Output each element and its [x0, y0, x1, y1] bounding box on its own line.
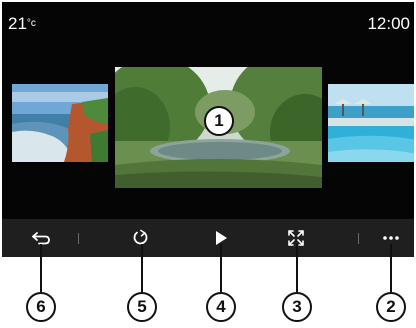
pointer-line [390, 244, 392, 292]
callout-row: 6 5 4 3 2 [0, 292, 416, 326]
status-bar: 21°c 12:00 [2, 2, 414, 42]
control-bar [2, 219, 414, 257]
pointer-line [40, 244, 42, 292]
separator [78, 233, 79, 244]
separator [358, 233, 359, 244]
pointer-line [220, 244, 222, 292]
callout-fullscreen: 3 [282, 292, 312, 322]
callout-back: 6 [26, 292, 56, 322]
previous-image-thumbnail[interactable] [12, 84, 108, 162]
more-options-icon [383, 236, 399, 240]
pool-sea-photo [328, 84, 414, 162]
callout-rotate: 5 [127, 292, 157, 322]
callout-more: 2 [376, 292, 406, 322]
display-screen: 21°c 12:00 1 [2, 2, 414, 257]
clock: 12:00 [367, 14, 410, 33]
coast-photo [12, 84, 108, 162]
pointer-line [141, 244, 143, 292]
callout-main-image: 1 [204, 106, 234, 136]
temperature-unit: °c [26, 18, 36, 29]
temperature-readout: 21°c [8, 14, 36, 34]
temperature-value: 21 [8, 14, 27, 33]
next-image-thumbnail[interactable] [328, 84, 414, 162]
pointer-line [296, 244, 298, 292]
callout-play: 4 [206, 292, 236, 322]
